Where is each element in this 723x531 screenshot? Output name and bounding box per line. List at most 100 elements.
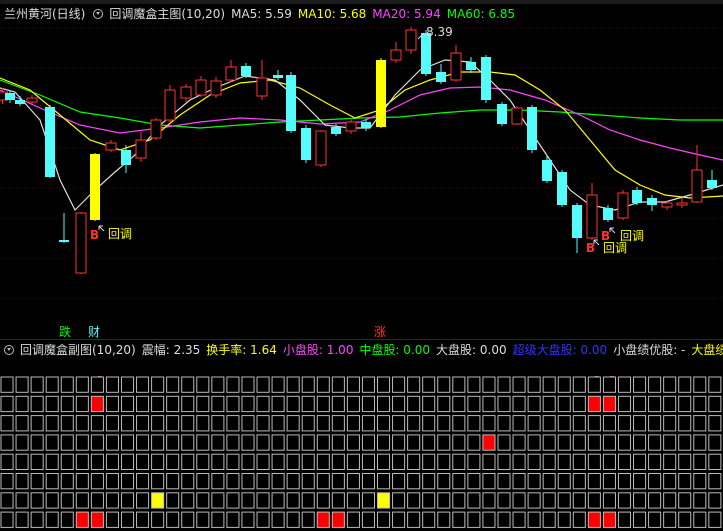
grid-cell xyxy=(15,434,29,451)
candle[interactable] xyxy=(273,75,283,78)
grid-cell xyxy=(482,473,496,490)
grid-cell xyxy=(166,473,180,490)
grid-cell xyxy=(663,453,677,470)
candle[interactable] xyxy=(436,72,446,82)
grid-cell xyxy=(0,395,14,413)
grid-cell xyxy=(241,415,255,432)
grid-cell xyxy=(633,395,647,413)
candle[interactable] xyxy=(150,119,162,139)
grid-cell xyxy=(45,511,59,528)
candle[interactable] xyxy=(121,150,131,165)
grid-cell xyxy=(422,434,436,451)
grid-cell xyxy=(633,453,647,470)
grid-cell xyxy=(527,473,541,490)
indicator-dropdown-icon[interactable] xyxy=(93,9,104,19)
grid-cell xyxy=(542,511,556,528)
sub-indicator-dropdown-icon[interactable] xyxy=(4,345,14,355)
candle[interactable] xyxy=(421,33,431,74)
candle[interactable] xyxy=(210,80,222,96)
candle[interactable] xyxy=(632,190,642,203)
grid-cell xyxy=(30,473,44,490)
grid-cell xyxy=(166,415,180,432)
candle[interactable] xyxy=(5,93,15,100)
candle[interactable] xyxy=(195,79,207,96)
candle[interactable] xyxy=(542,160,552,181)
candle[interactable] xyxy=(511,107,523,125)
grid-cell xyxy=(346,453,360,470)
candle[interactable] xyxy=(105,142,117,151)
grid-cell xyxy=(181,453,195,470)
grid-cell xyxy=(0,511,14,528)
candle[interactable] xyxy=(180,86,192,99)
grid-cell xyxy=(256,395,270,413)
huidiao-label-3: 回调 xyxy=(603,241,628,255)
panel-divider[interactable] xyxy=(0,339,723,340)
grid-cell xyxy=(15,376,29,393)
candle[interactable] xyxy=(497,104,507,124)
candle[interactable] xyxy=(75,212,87,274)
grid-cell xyxy=(482,415,496,432)
candle[interactable] xyxy=(45,107,55,177)
candle[interactable] xyxy=(527,107,537,150)
candle[interactable] xyxy=(301,128,311,160)
candle[interactable] xyxy=(376,60,386,127)
candle[interactable] xyxy=(286,75,296,131)
candle[interactable] xyxy=(331,127,341,134)
grid-cell xyxy=(557,453,571,470)
candle[interactable] xyxy=(466,62,476,70)
candle[interactable] xyxy=(691,169,703,203)
grid-cell xyxy=(136,492,150,509)
candle[interactable] xyxy=(225,66,237,81)
candle[interactable] xyxy=(661,202,673,208)
main-chart[interactable] xyxy=(0,0,723,340)
grid-cell xyxy=(678,395,692,413)
grid-cell xyxy=(196,453,210,470)
candle[interactable] xyxy=(135,139,147,159)
grid-cell xyxy=(377,473,391,490)
candle[interactable] xyxy=(390,49,402,61)
grid-cell xyxy=(542,434,556,451)
candle[interactable] xyxy=(557,172,567,205)
candle[interactable] xyxy=(481,57,491,100)
candle[interactable] xyxy=(361,122,371,128)
grid-cell xyxy=(286,453,300,470)
grid-cell xyxy=(602,415,616,432)
grid-cell xyxy=(467,492,481,509)
candle[interactable] xyxy=(572,205,582,238)
grid-cell xyxy=(105,511,119,528)
candle[interactable] xyxy=(164,89,176,121)
candle[interactable] xyxy=(676,202,688,206)
candle[interactable] xyxy=(345,121,357,132)
candle[interactable] xyxy=(405,29,417,51)
grid-cell xyxy=(105,453,119,470)
candle[interactable] xyxy=(315,130,327,166)
grid-cell xyxy=(678,453,692,470)
grid-cell xyxy=(181,473,195,490)
grid-cell xyxy=(75,376,89,393)
candle[interactable] xyxy=(256,77,268,97)
grid-cell xyxy=(75,511,89,528)
candle[interactable] xyxy=(647,198,657,205)
candle[interactable] xyxy=(59,240,69,242)
grid-cell xyxy=(572,376,586,393)
sub-indicator-name[interactable]: 回调魔盒副图(10,20) xyxy=(20,343,136,357)
grid-cell xyxy=(527,492,541,509)
candle[interactable] xyxy=(450,52,462,81)
candle[interactable] xyxy=(15,100,25,104)
grid-cell xyxy=(617,473,632,490)
grid-cell xyxy=(301,415,315,432)
candle[interactable] xyxy=(26,97,38,103)
grid-cell xyxy=(181,434,195,451)
stock-name[interactable]: 兰州黄河(日线) xyxy=(4,7,85,21)
sub-value-1: 换手率: 1.64 xyxy=(206,343,277,357)
grid-cell xyxy=(512,511,526,528)
candle[interactable] xyxy=(603,208,613,220)
grid-cell xyxy=(256,415,270,432)
main-indicator-name[interactable]: 回调魔盒主图(10,20) xyxy=(109,7,225,21)
candle[interactable] xyxy=(241,66,251,76)
candle[interactable] xyxy=(707,180,717,188)
candle[interactable] xyxy=(90,154,100,220)
grid-cell xyxy=(648,415,662,432)
candle[interactable] xyxy=(617,192,629,219)
candle[interactable] xyxy=(586,194,598,239)
